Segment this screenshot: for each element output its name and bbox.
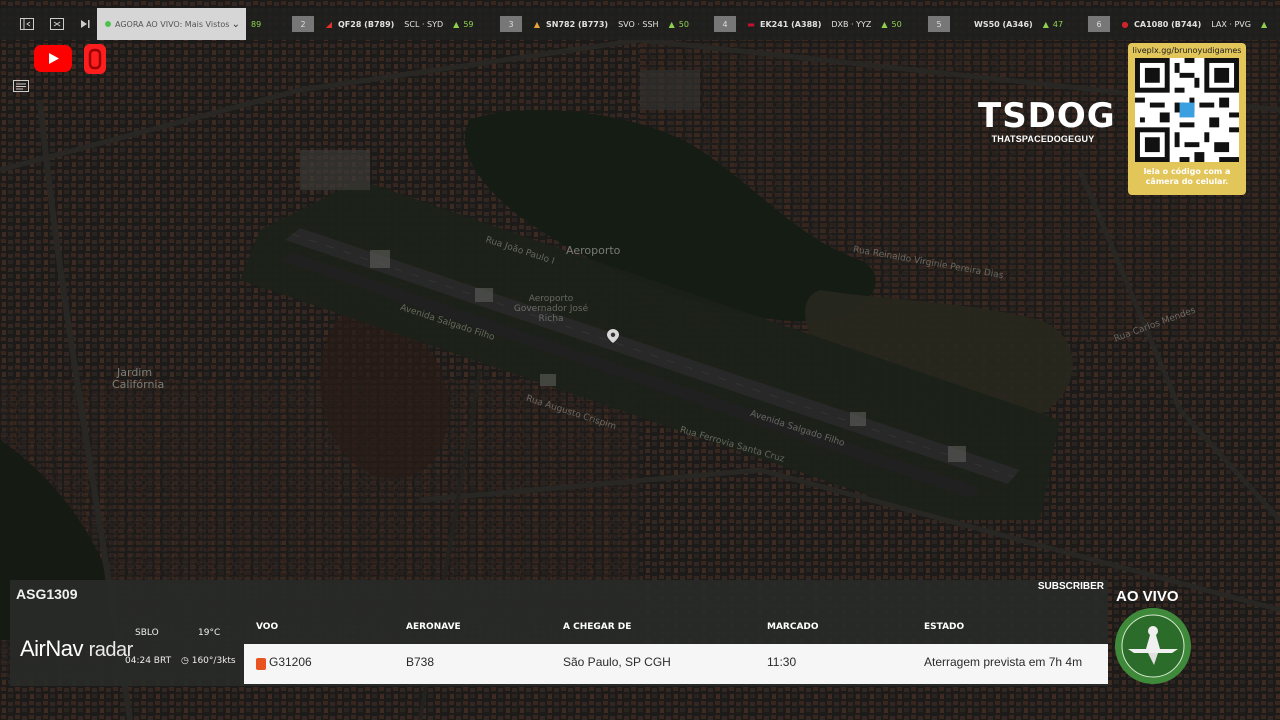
ticker-route: SVO · SSH (618, 19, 659, 29)
qr-caption-line: leia o código com a (1143, 167, 1231, 176)
cell-voo: G31206 (269, 655, 312, 669)
table-header: VOO AERONAVE A CHEGAR DE MARCADO ESTADO (244, 618, 1108, 644)
callsign: ASG1309 (16, 586, 78, 602)
ticker-rank: 6 (1088, 16, 1110, 32)
ticker-score: 50 (891, 19, 902, 29)
channel-badge-icon (1115, 608, 1191, 684)
airnav-word: AirNav (20, 636, 84, 661)
live-indicator-icon (105, 21, 111, 27)
popularity-icon: ▲ (1042, 19, 1049, 29)
flight-info-panel: ASG1309 SUBSCRIBER AirNav radar SBLO 04:… (10, 580, 1108, 686)
ticker-item[interactable]: 4 ▬ EK241 (A388) DXB · YYZ ▲ 50 (714, 8, 902, 40)
cell-estado: Aterragem prevista em 7h 4m (924, 655, 1083, 669)
ticker-rank: 3 (500, 16, 522, 32)
window-icon[interactable] (44, 8, 70, 40)
ticker-item[interactable]: 89 (251, 8, 261, 40)
live-selector-label: AGORA AO VIVO: Mais Vistos (115, 19, 230, 29)
ticker-rank: 5 (928, 16, 950, 32)
airline-icon: ▲ (533, 19, 541, 29)
ticker-item[interactable]: 2 ◢ QF28 (B789) SCL · SYD ▲ 59 (292, 8, 474, 40)
brand-logo: TSDOG (978, 96, 1116, 136)
qr-code-icon (1135, 58, 1239, 162)
ticker-score: 50 (678, 19, 689, 29)
airline-icon: ▬ (747, 19, 755, 29)
ticker-item[interactable]: 5 WS50 (A346) ▲ 47 (928, 8, 1063, 40)
ticker-score: 47 (1052, 19, 1064, 29)
live-label: AO VIVO (1116, 588, 1179, 605)
ticker-flight: QF28 (B789) (338, 19, 395, 29)
column-estado: ESTADO (924, 622, 965, 632)
ticker-score: 59 (463, 19, 474, 29)
collapse-panel-icon[interactable] (14, 8, 40, 40)
popularity-icon: ▲ (453, 19, 460, 29)
clock-icon: ◷ (181, 656, 189, 666)
ticker-route: DXB · YYZ (831, 19, 872, 29)
map-label-california: Califórnia (112, 378, 165, 391)
column-a-chegar-de: A CHEGAR DE (563, 622, 632, 632)
qr-url: liveplx.gg/brunoyudigames (1132, 46, 1242, 55)
flight-ticker: AGORA AO VIVO: Mais Vistos ⌄ 89 2 ◢ QF28… (0, 8, 1280, 40)
popularity-icon: ▲ (668, 19, 675, 29)
brand-subtitle: THATSPACEDOGEGUY (991, 134, 1095, 144)
ticker-route: SCL · SYD (404, 19, 444, 29)
column-marcado: MARCADO (767, 622, 819, 632)
chevron-down-icon: ⌄ (231, 18, 240, 30)
subscriber-label: SUBSCRIBER (1037, 581, 1104, 592)
wind-info: ◷ 160°/3kts (181, 656, 236, 666)
ticker-flight: WS50 (A346) (974, 19, 1033, 29)
ticker-flight: CA1080 (B744) (1134, 19, 1202, 29)
airline-logo-icon (256, 658, 266, 670)
map-label-aeroporto: Aeroporto (566, 244, 621, 257)
ticker-rank: 2 (292, 16, 314, 32)
airport-code: SBLO (135, 628, 159, 638)
column-aeronave: AERONAVE (406, 622, 461, 632)
live-selector[interactable]: AGORA AO VIVO: Mais Vistos ⌄ (97, 8, 246, 40)
ticker-flight: EK241 (A388) (760, 19, 822, 29)
airline-icon: ● (1121, 19, 1129, 29)
streamlabs-icon[interactable] (84, 44, 106, 74)
skip-icon[interactable] (72, 8, 98, 40)
map-label-airport-name: Aeroporto Governador José Richa (513, 294, 589, 324)
ticker-item[interactable]: 6 ● CA1080 (B744) LAX · PVG ▲ (1088, 8, 1271, 40)
wind-value: 160°/3kts (191, 656, 236, 666)
qr-card[interactable]: liveplx.gg/brunoyudigames leia o código … (1128, 43, 1246, 195)
temperature: 19°C (198, 628, 221, 638)
cell-a-chegar-de: São Paulo, SP CGH (563, 655, 671, 669)
ticker-score: 89 (251, 19, 262, 29)
list-icon[interactable] (13, 80, 29, 92)
youtube-icon[interactable] (34, 45, 72, 72)
ticker-flight: SN782 (B773) (546, 19, 609, 29)
airline-icon: ◢ (325, 19, 333, 29)
cell-aeronave: B738 (406, 655, 435, 669)
airnav-logo: AirNav radar (20, 636, 133, 662)
column-voo: VOO (256, 622, 279, 632)
popularity-icon: ▲ (881, 19, 888, 29)
map-pin-icon[interactable] (607, 329, 619, 343)
cell-marcado: 11:30 (767, 655, 797, 669)
table-row[interactable]: G31206 B738 São Paulo, SP CGH 11:30 Ater… (244, 644, 1108, 684)
qr-caption: leia o código com a câmera do celular. (1128, 167, 1246, 187)
ticker-item[interactable]: 3 ▲ SN782 (B773) SVO · SSH ▲ 50 (500, 8, 689, 40)
ticker-rank: 4 (714, 16, 736, 32)
channel-brand: TSDOG THATSPACEDOGEGUY (978, 96, 1116, 148)
qr-caption-line: câmera do celular. (1145, 177, 1229, 186)
ticker-route: LAX · PVG (1211, 19, 1251, 29)
popularity-icon: ▲ (1260, 19, 1268, 29)
local-time: 04:24 BRT (125, 656, 172, 666)
